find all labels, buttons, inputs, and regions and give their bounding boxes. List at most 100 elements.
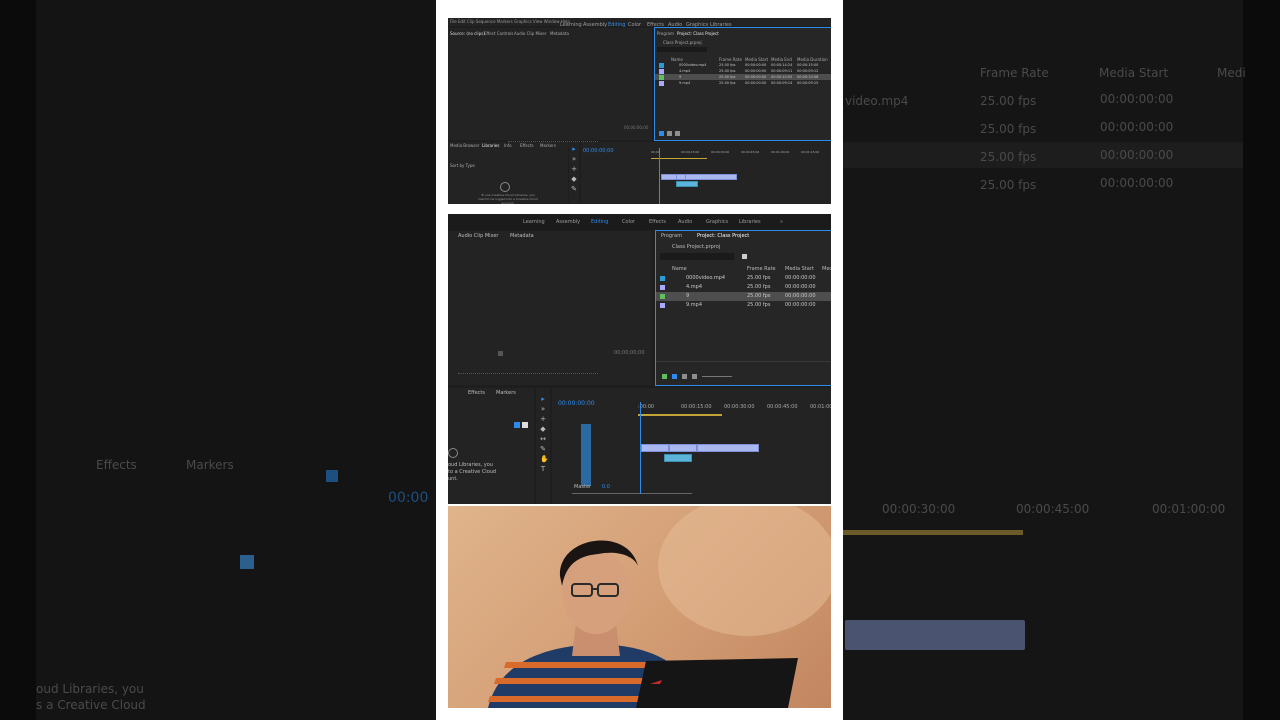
bg-list-icon [240, 555, 254, 569]
timeline-video-clip[interactable] [661, 174, 677, 180]
timeline-audio-clip[interactable] [664, 454, 692, 462]
label-color-swatch[interactable] [659, 80, 664, 86]
col-media[interactable]: Medi [822, 265, 831, 274]
workspace-effects[interactable]: Effects [649, 215, 666, 229]
new-bin-icon[interactable] [659, 131, 664, 136]
cell-start: 00:00:00:00 [785, 302, 816, 308]
label-color-swatch[interactable] [660, 285, 665, 290]
folder-icon[interactable] [742, 254, 747, 259]
insert-icon[interactable] [498, 351, 503, 356]
tab-source[interactable]: Source: (no clips) [450, 31, 485, 36]
playhead[interactable] [640, 402, 641, 494]
tab-program[interactable]: Program [661, 233, 682, 239]
cell-fps: 25.00 fps [747, 302, 771, 308]
type-tool-icon[interactable]: T [540, 466, 546, 473]
sort-dropdown[interactable]: Sort by Type [450, 163, 475, 168]
ripple-edit-tool-icon[interactable]: + [571, 166, 577, 173]
timeline-zoom-scrollbar[interactable] [572, 493, 692, 494]
zoom-slider[interactable] [702, 376, 732, 377]
label-color-swatch[interactable] [660, 294, 665, 299]
track-select-tool-icon[interactable]: » [540, 406, 546, 413]
hand-tool-icon[interactable]: ✋ [540, 456, 549, 463]
ruler-tick-label: 00:00:30:00 [724, 404, 755, 410]
razor-tool-icon[interactable]: ◆ [571, 176, 577, 183]
col-frame-rate[interactable]: Frame Rate [747, 265, 776, 274]
tab-project[interactable]: Project: Class Project [697, 233, 749, 239]
col-media-start[interactable]: Media Start [785, 265, 814, 274]
tab-markers[interactable]: Markers [540, 143, 556, 148]
icon-view-icon[interactable] [675, 131, 680, 136]
project-row[interactable]: 9.mp4 25.00 fps 00:00:00:00 00:00:09:14 00:0… [655, 80, 831, 86]
label-color-swatch[interactable] [660, 276, 665, 281]
track-targeting[interactable] [581, 424, 591, 486]
label-color-swatch[interactable] [659, 62, 664, 68]
tab-metadata[interactable]: Metadata [550, 31, 569, 36]
tab-libraries[interactable]: Libraries [482, 143, 499, 148]
timeline-video-clip[interactable] [641, 444, 669, 452]
bg-selection-tool-icon [326, 470, 338, 482]
tab-effects[interactable]: Effects [468, 390, 485, 396]
tab-project[interactable]: Project: Class Project [677, 31, 719, 36]
tab-effects[interactable]: Effects [520, 143, 534, 148]
work-area-bar[interactable] [638, 414, 722, 416]
freeform-view-icon[interactable] [692, 374, 697, 379]
ripple-edit-tool-icon[interactable]: + [540, 416, 546, 423]
track-select-tool-icon[interactable]: » [571, 156, 577, 163]
transport-controls[interactable] [458, 373, 598, 380]
tab-effect-controls[interactable]: Effect Controls [484, 31, 513, 36]
time-ruler[interactable]: :00:00 00:00:15:00 00:00:30:00 00:00:45:00 0… [638, 404, 831, 412]
project-row[interactable]: 9.mp4 25.00 fps 00:00:00:00 [656, 301, 831, 310]
timeline-video-clip[interactable] [669, 444, 697, 452]
workspace-graphics[interactable]: Graphics [706, 215, 728, 229]
workspace-learning[interactable]: Learning [523, 215, 545, 229]
workspace-audio[interactable]: Audio [678, 215, 692, 229]
slip-tool-icon[interactable]: ↔ [540, 436, 546, 443]
label-color-swatch[interactable] [660, 303, 665, 308]
sequence-timecode[interactable]: 00:00:00:00 [558, 400, 595, 407]
project-search-input[interactable] [657, 47, 707, 52]
list-view-icon[interactable] [667, 131, 672, 136]
list-view-icon[interactable] [672, 374, 677, 379]
icon-view-icon[interactable] [682, 374, 687, 379]
scroll-track[interactable] [656, 361, 831, 362]
tab-media-browser[interactable]: Media Browser [450, 143, 480, 148]
workspace-color[interactable]: Color [622, 215, 635, 229]
list-view-icon[interactable] [514, 422, 520, 428]
time-ruler[interactable]: 00;00 00;00;15;00 00;00;30;00 00;00;45;00 00… [651, 150, 831, 156]
master-volume-value[interactable]: 0.0 [602, 484, 610, 490]
bg-work-area-bar [843, 530, 1023, 535]
pen-tool-icon[interactable]: ✎ [571, 186, 577, 193]
more-workspaces-icon[interactable]: » [780, 215, 783, 229]
sequence-timecode[interactable]: 00;00;00;00 [583, 148, 614, 154]
razor-tool-icon[interactable]: ◆ [540, 426, 546, 433]
selection-tool-icon[interactable]: ▸ [540, 396, 546, 403]
timeline-audio-clip[interactable] [676, 181, 698, 187]
bg-row-fps: 25.00 fps [980, 150, 1037, 164]
project-row[interactable]: 0000video.mp4 25.00 fps 00:00:00:00 [656, 274, 831, 283]
project-row[interactable]: 9 25.00 fps 00:00:00:00 [656, 292, 831, 301]
new-item-icon[interactable] [662, 374, 667, 379]
label-color-swatch[interactable] [659, 74, 664, 80]
workspace-libraries[interactable]: Libraries [739, 215, 761, 229]
libraries-panel: Effects Markers oud Libraries, you to a … [448, 388, 534, 504]
project-row[interactable]: 4.mp4 25.00 fps 00:00:00:00 [656, 283, 831, 292]
col-name[interactable]: Name [672, 265, 687, 274]
ruler-tick-label: 00:01:00:00 [810, 404, 831, 410]
tab-program[interactable]: Program [657, 31, 674, 36]
grid-view-icon[interactable] [522, 422, 528, 428]
tab-audio-clip-mixer[interactable]: Audio Clip Mixer [514, 31, 546, 36]
tab-info[interactable]: Info [504, 143, 512, 148]
selection-tool-icon[interactable]: ▸ [571, 146, 577, 153]
pen-tool-icon[interactable]: ✎ [540, 446, 546, 453]
tab-audio-clip-mixer[interactable]: Audio Clip Mixer [458, 233, 498, 239]
tab-metadata[interactable]: Metadata [510, 233, 534, 239]
timeline-video-clip[interactable] [685, 174, 737, 180]
workspace-assembly[interactable]: Assembly [556, 215, 580, 229]
tab-markers[interactable]: Markers [496, 390, 516, 396]
timeline-video-clip[interactable] [697, 444, 759, 452]
project-search-input[interactable] [660, 253, 734, 260]
playhead[interactable] [659, 148, 660, 204]
workspace-editing[interactable]: Editing [591, 215, 608, 229]
label-color-swatch[interactable] [659, 68, 664, 74]
cell-name: 4.mp4 [686, 284, 702, 290]
